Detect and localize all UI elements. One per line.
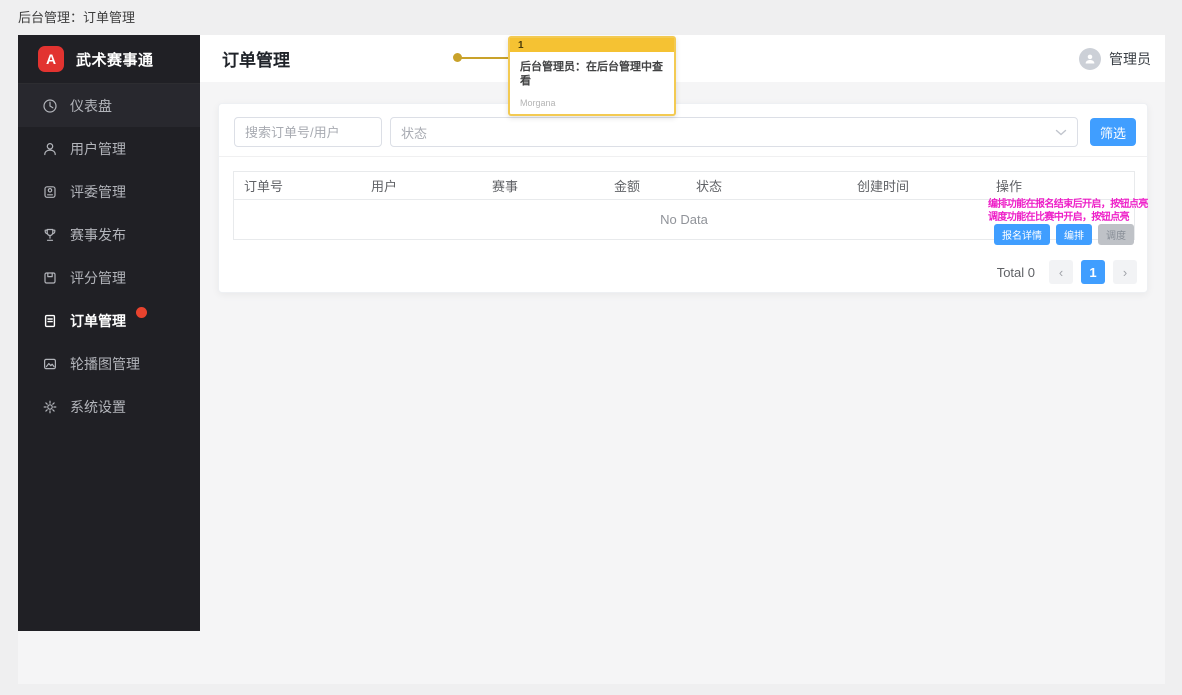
window-title: 后台管理：订单管理 [18,7,135,26]
arrange-button[interactable]: 编排 [1056,224,1092,245]
status-select[interactable]: 状态 [390,117,1078,147]
sidebar-item-orders[interactable]: 订单管理 [18,299,200,342]
page-title: 订单管理 [222,46,290,71]
sidebar-item-label: 赛事发布 [70,225,126,245]
note-line-2: 调度功能在比赛中开启，按钮点亮 [988,211,1182,224]
search-input[interactable] [234,117,382,147]
notification-dot [136,307,147,318]
filter-bar: 状态 筛选 [219,104,1147,157]
col-header-actions: 操作 [986,176,1134,195]
brand: A 武术赛事通 [18,35,200,84]
orders-card: 状态 筛选 订单号 用户 赛事 金额 状态 创建时间 操作 No Data 编排… [218,103,1148,293]
pagination-total: Total 0 [997,265,1035,280]
content-header: 订单管理 管理员 [200,35,1165,82]
sidebar-item-scoring[interactable]: 评分管理 [18,256,200,299]
sidebar-menu: 仪表盘 用户管理 评委管理 赛事发布 [18,84,200,428]
sidebar-item-dashboard[interactable]: 仪表盘 [18,84,200,127]
annotation-card-header: 1 [510,38,674,52]
pagination-prev-button[interactable]: ‹ [1049,260,1073,284]
orders-table: 订单号 用户 赛事 金额 状态 创建时间 操作 No Data 编排功能在报名结… [233,171,1135,240]
user-avatar-icon [1079,48,1101,70]
table-header-row: 订单号 用户 赛事 金额 状态 创建时间 操作 [234,172,1134,200]
brand-name: 武术赛事通 [76,49,154,70]
judge-badge-icon [42,184,58,200]
user-menu[interactable]: 管理员 [1079,48,1151,70]
dashboard-icon [42,98,58,114]
trophy-icon [42,227,58,243]
sidebar-item-settings[interactable]: 系统设置 [18,385,200,428]
annotation-author: Morgana [520,98,556,108]
col-header-amount: 金额 [604,176,686,195]
sidebar: A 武术赛事通 仪表盘 用户管理 评委管理 [18,35,200,631]
filter-button[interactable]: 筛选 [1090,118,1136,146]
note-line-1: 编排功能在报名结束后开启，按钮点亮 [988,198,1182,211]
dispatch-button[interactable]: 调度 [1098,224,1134,245]
sidebar-item-users[interactable]: 用户管理 [18,127,200,170]
annotation-note-magenta: 编排功能在报名结束后开启，按钮点亮 调度功能在比赛中开启，按钮点亮 [988,198,1182,224]
col-header-status: 状态 [686,176,847,195]
brand-logo: A [38,46,64,72]
table-body: No Data 编排功能在报名结束后开启，按钮点亮 调度功能在比赛中开启，按钮点… [234,200,1134,239]
carousel-image-icon [42,356,58,372]
app-frame: A 武术赛事通 仪表盘 用户管理 评委管理 [18,35,1165,684]
pagination: Total 0 ‹ 1 › [997,260,1137,284]
pagination-page-1[interactable]: 1 [1081,260,1105,284]
sidebar-item-label: 用户管理 [70,139,126,159]
sidebar-item-label: 轮播图管理 [70,354,140,374]
col-header-order-no: 订单号 [234,176,361,195]
sidebar-item-events[interactable]: 赛事发布 [18,213,200,256]
col-header-user: 用户 [361,176,482,195]
row-action-buttons: 报名详情 编排 调度 [994,224,1134,245]
annotation-index: 1 [518,40,524,51]
settings-gear-icon [42,399,58,415]
sidebar-item-label: 订单管理 [70,311,126,331]
pagination-next-button[interactable]: › [1113,260,1137,284]
sidebar-item-label: 仪表盘 [70,96,112,116]
order-document-icon [42,313,58,329]
user-icon [42,141,58,157]
sidebar-item-judges[interactable]: 评委管理 [18,170,200,213]
sidebar-item-label: 系统设置 [70,397,126,417]
annotation-card[interactable]: 1 后台管理员：在后台管理中查看 Morgana [508,36,676,116]
sidebar-item-label: 评分管理 [70,268,126,288]
col-header-created: 创建时间 [847,176,986,195]
annotation-connector-line [461,57,508,59]
sidebar-item-label: 评委管理 [70,182,126,202]
sidebar-item-carousel[interactable]: 轮播图管理 [18,342,200,385]
chevron-down-icon [1055,129,1067,136]
user-name: 管理员 [1109,49,1151,69]
signup-detail-button[interactable]: 报名详情 [994,224,1050,245]
annotation-text: 后台管理员：在后台管理中查看 [510,52,674,88]
status-select-placeholder: 状态 [401,123,427,142]
score-save-icon [42,270,58,286]
col-header-event: 赛事 [482,176,604,195]
